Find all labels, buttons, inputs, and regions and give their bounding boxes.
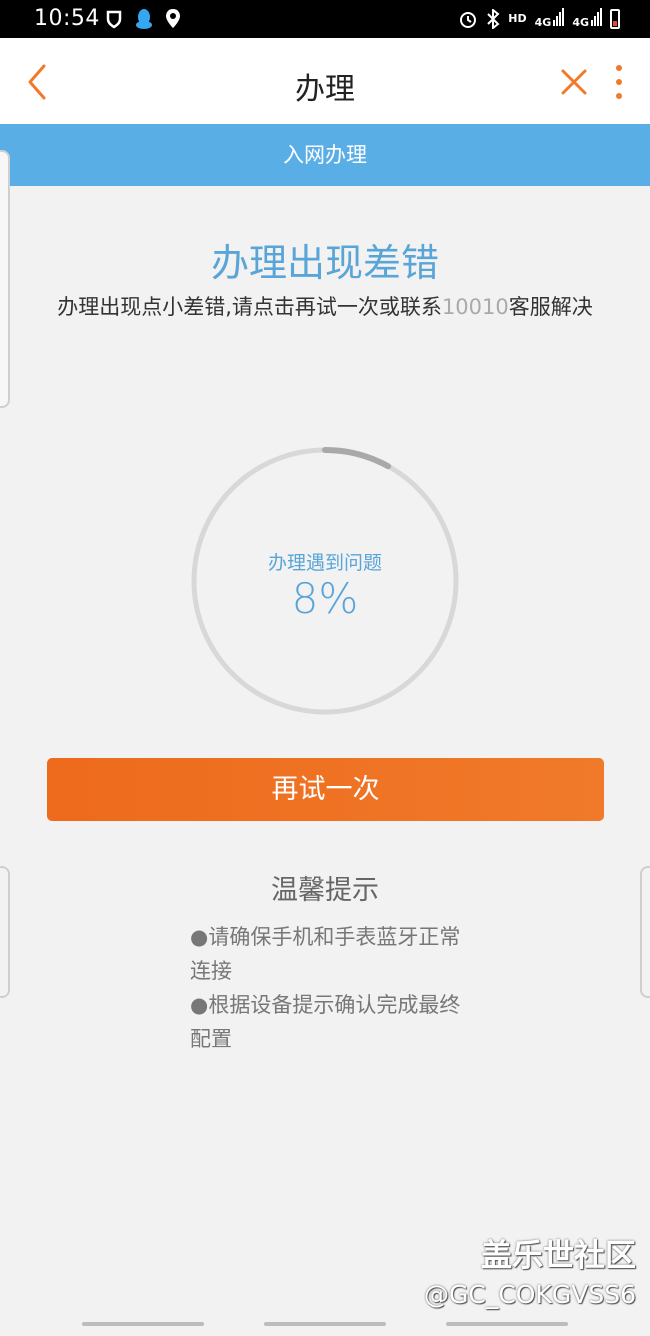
status-time: 10:54 xyxy=(34,6,100,31)
status-bar: 10:54 HD 4G 4G xyxy=(0,0,650,38)
tips-title: 温馨提示 xyxy=(271,875,379,906)
progress-percent: 8% xyxy=(291,574,359,623)
hd-label: HD xyxy=(508,12,527,25)
hotline-number[interactable]: 10010 xyxy=(442,295,509,319)
bottom-nav-handles xyxy=(0,1320,650,1330)
error-desc-suffix: 客服解决 xyxy=(508,295,593,319)
nav-handle[interactable] xyxy=(264,1322,386,1326)
tips-list: ●请确保手机和手表蓝牙正常连接 ●根据设备提示确认完成最终配置 xyxy=(190,920,470,1056)
battery-icon xyxy=(610,8,620,29)
location-icon xyxy=(166,9,180,28)
status-left-icons xyxy=(104,8,182,30)
error-description: 办理出现点小差错,请点击再试一次或联系10010客服解决 xyxy=(44,288,606,326)
watermark-user: @GC_COKGVSS6 xyxy=(424,1280,636,1309)
retry-button[interactable]: 再试一次 xyxy=(47,758,604,821)
signal-2: 4G xyxy=(572,8,602,29)
nav-handle[interactable] xyxy=(82,1322,204,1326)
page-title: 办理 xyxy=(295,72,355,107)
error-title: 办理出现差错 xyxy=(210,241,439,285)
section-banner: 入网办理 xyxy=(0,124,650,186)
close-icon[interactable] xyxy=(556,64,592,100)
signal-1: 4G xyxy=(535,8,565,29)
network-type-2: 4G xyxy=(572,16,589,29)
watermark: 盖乐世社区 @GC_COKGVSS6 xyxy=(424,1234,636,1312)
error-desc-prefix: 办理出现点小差错,请点击再试一次或联系 xyxy=(57,295,442,319)
tip-item: ●根据设备提示确认完成最终配置 xyxy=(190,993,461,1051)
signal-bars-1-icon xyxy=(552,8,565,29)
status-right-icons: HD 4G 4G xyxy=(458,8,620,29)
progress-label: 办理遇到问题 xyxy=(267,552,382,574)
qq-icon xyxy=(136,9,152,29)
alarm-icon xyxy=(460,11,477,28)
app-header: 办理 xyxy=(0,38,650,124)
nav-handle[interactable] xyxy=(446,1322,568,1326)
shield-icon xyxy=(106,10,122,29)
watermark-title: 盖乐世社区 xyxy=(481,1238,636,1274)
network-type-1: 4G xyxy=(534,16,552,29)
bluetooth-icon xyxy=(487,8,500,29)
tip-item: ●请确保手机和手表蓝牙正常连接 xyxy=(190,925,461,983)
more-icon[interactable] xyxy=(606,62,632,102)
signal-bars-2-icon xyxy=(590,8,602,29)
